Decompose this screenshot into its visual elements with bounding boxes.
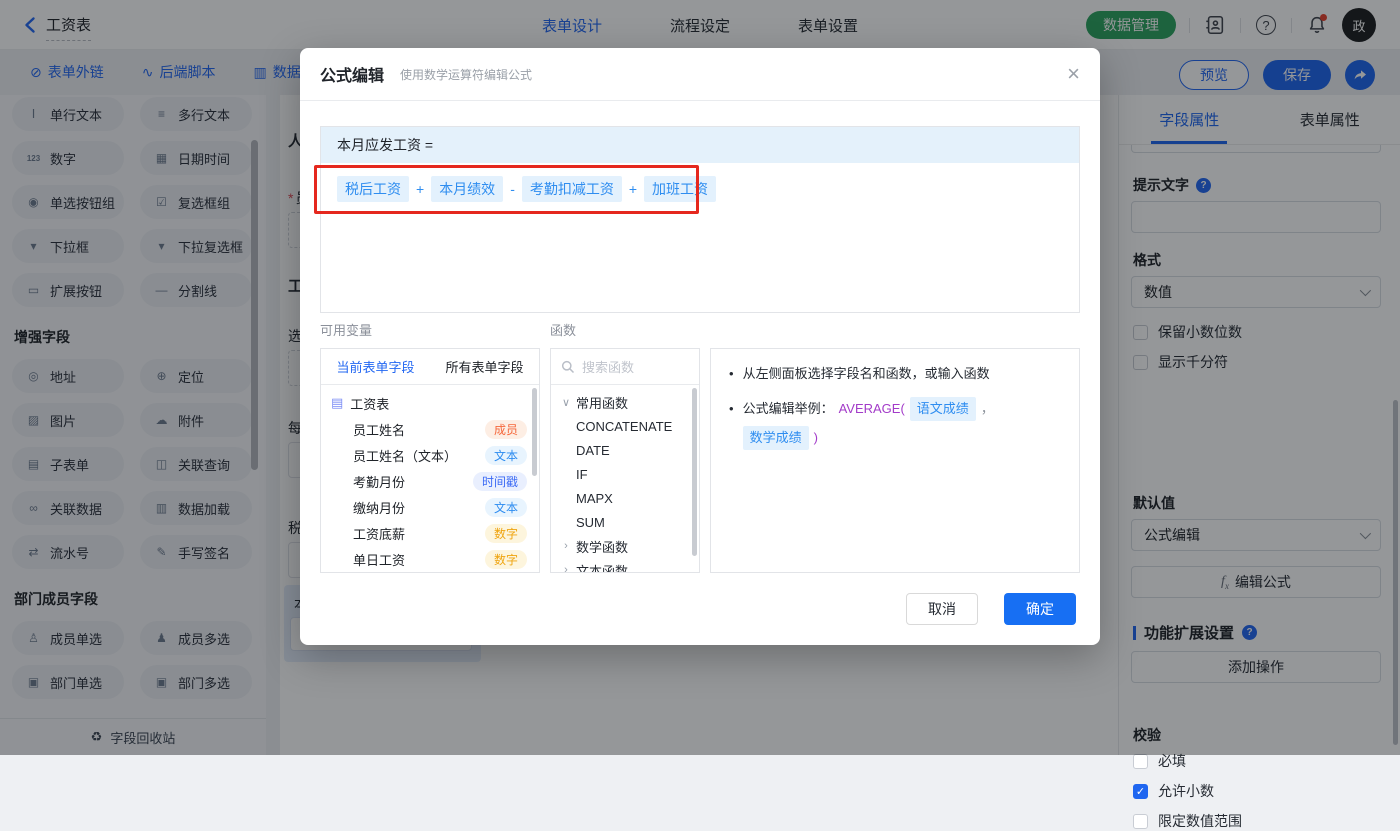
- tip-line: • 公式编辑举例：AVERAGE(语文成绩， 数学成绩): [729, 397, 1061, 450]
- function-item[interactable]: MAPX: [551, 486, 699, 510]
- function-group[interactable]: ∨ 常用函数: [551, 390, 699, 414]
- formula-field-token[interactable]: 本月绩效: [431, 176, 503, 202]
- modal-header: 公式编辑 使用数学运算符编辑公式 ×: [300, 48, 1100, 101]
- close-icon[interactable]: ×: [1067, 63, 1080, 85]
- variables-list: ▤工资表员工姓名成员员工姓名（文本）文本考勤月份时间戳缴纳月份文本工资底薪数字单…: [321, 385, 539, 573]
- formula-field-token[interactable]: 加班工资: [644, 176, 716, 202]
- checkbox-checked[interactable]: ✓: [1133, 784, 1148, 799]
- formula-editor[interactable]: 税后工资 + 本月绩效-考勤扣减工资 + 加班工资: [321, 163, 1079, 215]
- formula-operator: +: [416, 181, 424, 197]
- variable-row[interactable]: 数字: [321, 572, 539, 573]
- validation-option-checkbox[interactable]: ✓ 允许小数: [1133, 781, 1214, 801]
- checkbox-label: 限定数值范围: [1158, 811, 1242, 831]
- form-doc-icon: ▤: [331, 395, 343, 411]
- form-name: 工资表: [350, 394, 389, 413]
- function-search-input[interactable]: 搜索函数: [551, 349, 699, 385]
- formula-operator: +: [629, 181, 637, 197]
- tips-panel: • 从左侧面板选择字段名和函数，或输入函数 • 公式编辑举例：AVERAGE(语…: [710, 348, 1080, 573]
- variables-form-root[interactable]: ▤ 工资表: [321, 390, 539, 416]
- variable-row[interactable]: 员工姓名 成员: [321, 416, 539, 442]
- bullet: •: [729, 364, 734, 384]
- variable-name: 考勤月份: [353, 472, 405, 491]
- variable-name: 工资底薪: [353, 524, 405, 543]
- variable-name: 员工姓名（文本）: [353, 446, 457, 465]
- variable-name: 单日工资: [353, 550, 405, 569]
- variable-type-badge: 数字: [485, 524, 527, 543]
- formula-target-field: 本月应发工资 =: [321, 127, 1079, 163]
- variable-row[interactable]: 缴纳月份 文本: [321, 494, 539, 520]
- modal-footer: 取消 确定: [906, 593, 1076, 625]
- variables-tabs: 当前表单字段所有表单字段: [321, 349, 539, 385]
- variables-label: 可用变量: [320, 320, 372, 339]
- example-text: ，: [981, 399, 994, 419]
- search-icon: [561, 360, 575, 374]
- variable-row[interactable]: 员工姓名（文本） 文本: [321, 442, 539, 468]
- chevron-collapsed-icon: ›: [561, 564, 571, 573]
- function-item[interactable]: DATE: [551, 438, 699, 462]
- functions-label: 函数: [550, 320, 576, 339]
- functions-tree: ∨ 常用函数 CONCATENATEDATEIFMAPXSUM › 数学函数 › 文本函数: [551, 385, 699, 573]
- function-group[interactable]: › 数学函数: [551, 534, 699, 558]
- function-group-label: 常用函数: [576, 393, 628, 412]
- function-group[interactable]: › 文本函数: [551, 558, 699, 573]
- function-group-label: 数学函数: [576, 537, 628, 556]
- bullet: •: [729, 399, 734, 419]
- checkbox-unchecked[interactable]: [1133, 754, 1148, 769]
- variable-type-badge: 时间戳: [473, 472, 527, 491]
- variable-name: 缴纳月份: [353, 498, 405, 517]
- variables-tab-0[interactable]: 当前表单字段: [321, 349, 430, 384]
- modal-subtitle: 使用数学运算符编辑公式: [400, 66, 532, 83]
- example-text: AVERAGE(: [839, 399, 905, 419]
- formula-editor-box: 本月应发工资 = 税后工资 + 本月绩效-考勤扣减工资 + 加班工资: [320, 126, 1080, 313]
- tip-line: • 从左侧面板选择字段名和函数，或输入函数: [729, 364, 1061, 384]
- functions-panel: 搜索函数 ∨常用函数CONCATENATEDATEIFMAPXSUM›数学函数›…: [550, 348, 700, 573]
- function-item[interactable]: CONCATENATE: [551, 414, 699, 438]
- example-text: ): [814, 428, 818, 448]
- variables-scrollbar[interactable]: [532, 388, 537, 476]
- checkbox-label: 允许小数: [1158, 781, 1214, 801]
- variable-name: 员工姓名: [353, 420, 405, 439]
- function-item[interactable]: SUM: [551, 510, 699, 534]
- variable-row[interactable]: 考勤月份 时间戳: [321, 468, 539, 494]
- formula-operator: -: [510, 181, 515, 197]
- formula-edit-modal: 公式编辑 使用数学运算符编辑公式 × 本月应发工资 = 税后工资+本月绩效-考勤…: [300, 48, 1100, 645]
- formula-expression: 税后工资 + 本月绩效-考勤扣减工资 + 加班工资: [337, 176, 1063, 202]
- variable-row[interactable]: 单日工资数字: [321, 546, 539, 572]
- example-text: 公式编辑举例：: [743, 399, 834, 419]
- variables-tab-1[interactable]: 所有表单字段: [430, 349, 539, 384]
- formula-field-token[interactable]: 税后工资: [337, 176, 409, 202]
- variable-type-badge: 数字: [485, 550, 527, 569]
- cancel-button[interactable]: 取消: [906, 593, 978, 625]
- example-field-chip: 语文成绩: [910, 397, 976, 421]
- functions-scrollbar[interactable]: [692, 388, 697, 556]
- variable-type-badge: 文本: [485, 498, 527, 517]
- function-group-label: 文本函数: [576, 561, 628, 574]
- example-field-chip: 数学成绩: [743, 426, 809, 450]
- chevron-expanded-icon: ∨: [561, 396, 571, 409]
- modal-title: 公式编辑: [320, 62, 384, 86]
- variable-type-badge: 文本: [485, 446, 527, 465]
- search-placeholder: 搜索函数: [582, 357, 634, 376]
- variable-type-badge: 成员: [485, 420, 527, 439]
- variables-panel: 当前表单字段所有表单字段 ▤工资表员工姓名成员员工姓名（文本）文本考勤月份时间戳…: [320, 348, 540, 573]
- variable-row[interactable]: 工资底薪 数字: [321, 520, 539, 546]
- confirm-button[interactable]: 确定: [1004, 593, 1076, 625]
- chevron-collapsed-icon: ›: [561, 540, 571, 552]
- validation-option-checkbox[interactable]: 限定数值范围: [1133, 811, 1242, 831]
- formula-field-token[interactable]: 考勤扣减工资: [522, 176, 622, 202]
- checkbox-unchecked[interactable]: [1133, 814, 1148, 829]
- function-item[interactable]: IF: [551, 462, 699, 486]
